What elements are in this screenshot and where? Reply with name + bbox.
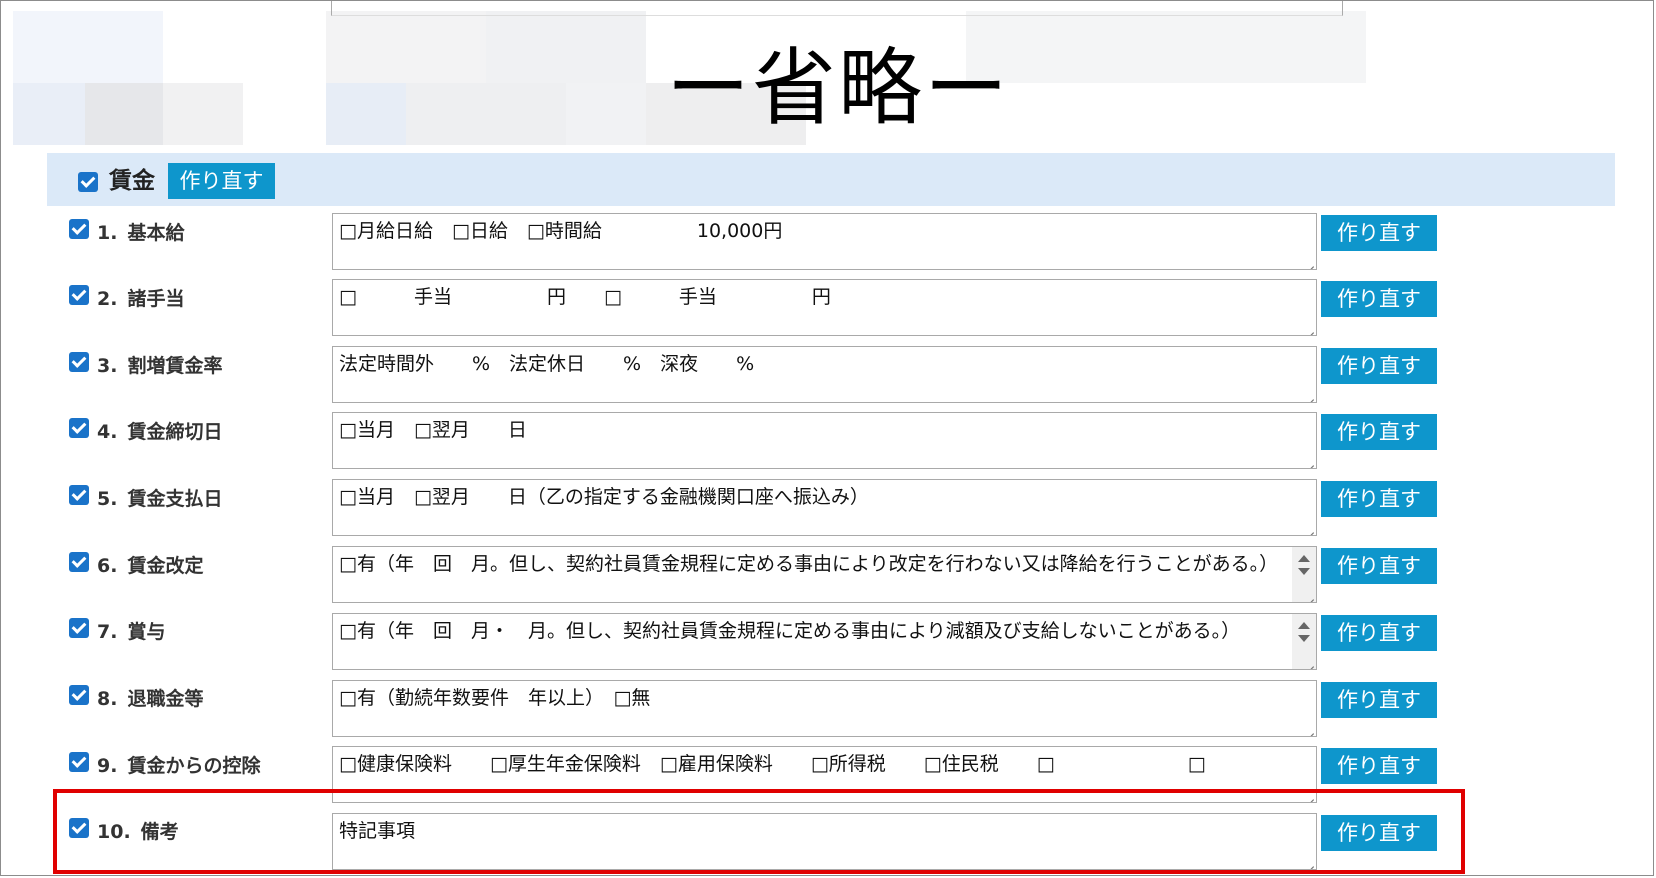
item-checkbox[interactable]	[69, 618, 89, 638]
item-redo-button[interactable]: 作り直す	[1321, 281, 1437, 317]
item-number: 9.	[97, 755, 118, 777]
item-checkbox[interactable]	[69, 219, 89, 239]
item-checkbox[interactable]	[69, 285, 89, 305]
item-label: 3. 割増賃金率	[97, 351, 222, 378]
omitted-label: ー省略ー	[666, 39, 1011, 137]
textarea-value: 法定時間外 % 法定休日 % 深夜 %	[339, 353, 755, 375]
previous-textarea-edge	[331, 1, 1343, 16]
item-number: 1.	[97, 222, 118, 244]
item-checkbox[interactable]	[69, 485, 89, 505]
item-checkbox[interactable]	[69, 418, 89, 438]
item-label-text: 割増賃金率	[127, 355, 223, 377]
blurred-region	[85, 83, 163, 145]
item-redo-button[interactable]: 作り直す	[1321, 548, 1437, 584]
blurred-region	[326, 83, 406, 145]
item-number: 4.	[97, 421, 118, 443]
scroll-down-icon[interactable]	[1298, 635, 1310, 642]
item-textarea-allowances[interactable]: □ 手当 円 □ 手当 円	[332, 279, 1317, 336]
item-label: 8. 退職金等	[97, 684, 203, 711]
item-textarea-retirement[interactable]: □有（勤続年数要件 年以上） □無	[332, 680, 1317, 737]
blurred-region	[13, 83, 85, 145]
item-label-text: 諸手当	[127, 288, 185, 310]
resize-grip-icon[interactable]	[1302, 321, 1314, 333]
item-number: 2.	[97, 288, 118, 310]
blurred-region	[566, 83, 646, 145]
item-checkbox[interactable]	[69, 685, 89, 705]
scroll-up-icon[interactable]	[1298, 555, 1310, 562]
item-textarea-bonus[interactable]: □有（年 回 月・ 月。但し、契約社員賃金規程に定める事由により減額及び支給しな…	[332, 613, 1317, 670]
resize-grip-icon[interactable]	[1302, 388, 1314, 400]
item-textarea-premium-rate[interactable]: 法定時間外 % 法定休日 % 深夜 %	[332, 346, 1317, 403]
item-checkbox[interactable]	[69, 552, 89, 572]
textarea-value: □健康保険料 □厚生年金保険料 □雇用保険料 □所得税 □住民税 □ □	[339, 753, 1206, 775]
blurred-region	[13, 11, 163, 83]
item-textarea-basic-pay[interactable]: □月給日給 □日給 □時間給 10,000円	[332, 213, 1317, 270]
item-textarea-cutoff-date[interactable]: □当月 □翌月 日	[332, 412, 1317, 469]
item-number: 8.	[97, 688, 118, 710]
item-redo-button[interactable]: 作り直す	[1321, 748, 1437, 784]
item-label-text: 賞与	[127, 621, 166, 643]
resize-grip-icon[interactable]	[1302, 588, 1314, 600]
screenshot-frame: ー省略ー 賃金 作り直す 1. 基本給 □月給日給 □日給 □時間給 10,000…	[0, 0, 1654, 876]
resize-grip-icon[interactable]	[1302, 722, 1314, 734]
section-checkbox[interactable]	[78, 172, 98, 192]
textarea-value: □有（年 回 月。但し、契約社員賃金規程に定める事由により改定を行わない又は降給…	[339, 553, 1279, 575]
highlight-annotation	[53, 789, 1465, 874]
item-label-text: 賃金支払日	[127, 488, 223, 510]
scroll-up-icon[interactable]	[1298, 622, 1310, 629]
blurred-region	[326, 11, 486, 83]
item-number: 5.	[97, 488, 118, 510]
item-label-text: 退職金等	[127, 688, 204, 710]
textarea-value: □月給日給 □日給 □時間給 10,000円	[339, 220, 783, 242]
item-checkbox[interactable]	[69, 752, 89, 772]
item-label: 2. 諸手当	[97, 284, 184, 311]
blurred-region	[163, 83, 243, 145]
item-label: 1. 基本給	[97, 218, 184, 245]
item-number: 6.	[97, 555, 118, 577]
item-label-text: 賃金からの控除	[127, 755, 261, 777]
item-textarea-wage-revision[interactable]: □有（年 回 月。但し、契約社員賃金規程に定める事由により改定を行わない又は降給…	[332, 546, 1317, 603]
textarea-value: □有（勤続年数要件 年以上） □無	[339, 687, 651, 709]
resize-grip-icon[interactable]	[1302, 255, 1314, 267]
resize-grip-icon[interactable]	[1302, 521, 1314, 533]
item-label: 4. 賃金締切日	[97, 417, 222, 444]
item-redo-button[interactable]: 作り直す	[1321, 215, 1437, 251]
item-redo-button[interactable]: 作り直す	[1321, 615, 1437, 651]
item-redo-button[interactable]: 作り直す	[1321, 348, 1437, 384]
item-textarea-payment-date[interactable]: □当月 □翌月 日（乙の指定する金融機関口座へ振込み）	[332, 479, 1317, 536]
textarea-value: □当月 □翌月 日	[339, 419, 527, 441]
textarea-value: □ 手当 円 □ 手当 円	[339, 286, 831, 308]
item-label-text: 賃金締切日	[127, 421, 223, 443]
scroll-down-icon[interactable]	[1298, 568, 1310, 575]
blurred-region	[966, 11, 1366, 83]
item-redo-button[interactable]: 作り直す	[1321, 682, 1437, 718]
resize-grip-icon[interactable]	[1302, 454, 1314, 466]
item-redo-button[interactable]: 作り直す	[1321, 414, 1437, 450]
section-title: 賃金	[109, 168, 155, 194]
item-label-text: 基本給	[127, 222, 185, 244]
blurred-region	[406, 83, 566, 145]
item-label: 9. 賃金からの控除	[97, 751, 260, 778]
item-label: 6. 賃金改定	[97, 551, 203, 578]
item-label: 5. 賃金支払日	[97, 484, 222, 511]
item-label-text: 賃金改定	[127, 555, 204, 577]
item-checkbox[interactable]	[69, 352, 89, 372]
item-number: 3.	[97, 355, 118, 377]
section-header-wage	[47, 153, 1615, 206]
textarea-value: □有（年 回 月・ 月。但し、契約社員賃金規程に定める事由により減額及び支給しな…	[339, 620, 1241, 642]
item-label: 7. 賞与	[97, 617, 165, 644]
item-number: 7.	[97, 621, 118, 643]
blurred-region	[486, 11, 646, 83]
resize-grip-icon[interactable]	[1302, 655, 1314, 667]
item-redo-button[interactable]: 作り直す	[1321, 481, 1437, 517]
textarea-value: □当月 □翌月 日（乙の指定する金融機関口座へ振込み）	[339, 486, 869, 508]
section-redo-button[interactable]: 作り直す	[168, 163, 275, 199]
